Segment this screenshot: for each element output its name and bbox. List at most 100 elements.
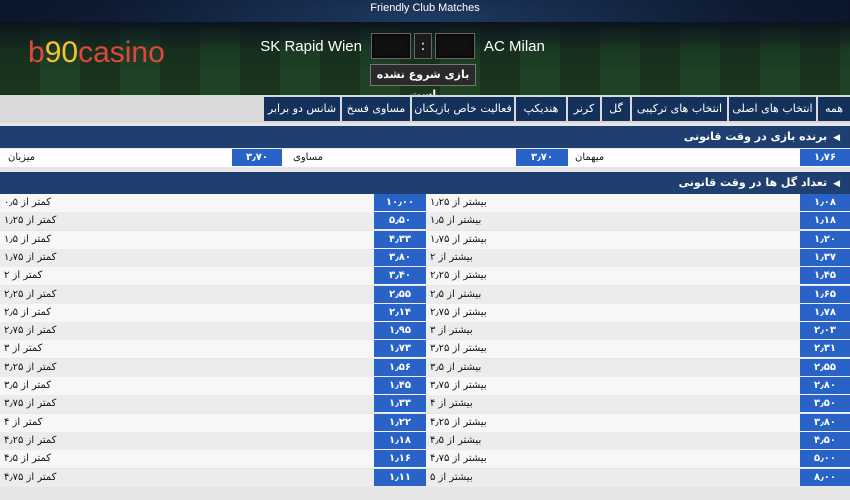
table-row: کمتر از ۳٫۵ ۱٫۴۵ بیشتر از ۳٫۷۵ ۲٫۸۰ (0, 377, 850, 395)
odds-button-under[interactable]: ۵٫۵۰ (374, 212, 426, 230)
outcome-label-home: میزبان (8, 152, 36, 163)
odds-button-over[interactable]: ۳٫۸۰ (800, 413, 850, 431)
odds-button-under[interactable]: ۱٫۷۳ (374, 340, 426, 358)
odds-button-over[interactable]: ۱٫۱۸ (800, 212, 850, 230)
table-row: کمتر از ۰٫۵ ۱۰٫۰۰ بیشتر از ۱٫۲۵ ۱٫۰۸ (0, 194, 850, 212)
tab-corners[interactable]: کرنر (568, 97, 600, 121)
tab-combined-selections[interactable]: انتخاب های ترکیبی (632, 97, 727, 121)
odds-button-under[interactable]: ۱٫۱۱ (374, 468, 426, 486)
under-label: کمتر از ۱٫۷۵ (4, 251, 57, 263)
match-winner-row: ۱٫۷۶ میهمان ۳٫۷۰ مساوی ۳٫۷۰ میزبان (0, 149, 850, 167)
odds-button-away[interactable]: ۱٫۷۶ (800, 149, 850, 166)
score-separator: : (414, 33, 432, 59)
table-row: کمتر از ۱٫۷۵ ۳٫۸۰ بیشتر از ۲ ۱٫۳۷ (0, 248, 850, 267)
odds-button-over[interactable]: ۱٫۲۰ (800, 230, 850, 248)
odds-button-over[interactable]: ۲٫۵۵ (800, 358, 850, 376)
odds-button-over[interactable]: ۴٫۵۰ (800, 431, 850, 449)
odds-button-over[interactable]: ۵٫۰۰ (800, 450, 850, 468)
over-label: بیشتر از ۴ (430, 398, 473, 410)
odds-button-under[interactable]: ۲٫۵۵ (374, 285, 426, 303)
odds-button-over[interactable]: ۲٫۳۱ (800, 340, 850, 358)
table-row: کمتر از ۴٫۵ ۱٫۱۶ بیشتر از ۴٫۷۵ ۵٫۰۰ (0, 450, 850, 469)
total-goals-header[interactable]: ◀ تعداد گل ها در وقت قانونی (0, 172, 850, 194)
under-label: کمتر از ۱٫۲۵ (4, 215, 57, 227)
tab-handicap[interactable]: هندیکپ (516, 97, 566, 121)
over-label: بیشتر از ۱٫۷۵ (430, 233, 487, 245)
under-label: کمتر از ۴٫۵ (4, 453, 52, 465)
home-team-name: SK Rapid Wien (260, 38, 362, 55)
tab-all[interactable]: همه (818, 97, 850, 121)
over-label: بیشتر از ۴٫۲۵ (430, 416, 487, 428)
total-goals-table: کمتر از ۰٫۵ ۱۰٫۰۰ بیشتر از ۱٫۲۵ ۱٫۰۸ کمتر از… (0, 194, 850, 500)
odds-button-over[interactable]: ۱٫۴۵ (800, 267, 850, 285)
over-label: بیشتر از ۲ (430, 251, 473, 263)
brand-logo[interactable]: b90casino (28, 36, 165, 70)
under-label: کمتر از ۲٫۷۵ (4, 325, 57, 337)
under-label: کمتر از ۳٫۲۵ (4, 361, 57, 373)
odds-button-under[interactable]: ۴٫۳۳ (374, 230, 426, 248)
odds-button-under[interactable]: ۱٫۱۸ (374, 431, 426, 449)
tab-player-specials[interactable]: فعالیت خاص بازیکنان (412, 97, 514, 121)
odds-button-over[interactable]: ۲٫۸۰ (800, 377, 850, 394)
tab-main-selections[interactable]: انتخاب های اصلی (729, 97, 816, 121)
tab-draw-no-bet[interactable]: مساوی فسخ (342, 97, 410, 121)
table-row: کمتر از ۲٫۲۵ ۲٫۵۵ بیشتر از ۲٫۵ ۱٫۶۵ (0, 285, 850, 304)
competition-title: Friendly Club Matches (370, 2, 480, 14)
odds-button-under[interactable]: ۱۰٫۰۰ (374, 194, 426, 211)
table-row: کمتر از ۳ ۱٫۷۳ بیشتر از ۳٫۲۵ ۲٫۳۱ (0, 340, 850, 359)
over-label: بیشتر از ۴٫۵ (430, 434, 482, 446)
odds-button-under[interactable]: ۱٫۹۵ (374, 322, 426, 340)
outcome-label-away: میهمان (575, 152, 605, 163)
odds-button-under[interactable]: ۱٫۲۲ (374, 413, 426, 431)
odds-button-draw[interactable]: ۳٫۷۰ (516, 149, 568, 166)
under-label: کمتر از ۱٫۵ (4, 233, 52, 245)
home-score-box (371, 33, 411, 59)
table-row: کمتر از ۳٫۷۵ ۱٫۳۳ بیشتر از ۴ ۳٫۵۰ (0, 395, 850, 414)
over-label: بیشتر از ۵ (430, 471, 473, 483)
odds-button-over[interactable]: ۱٫۳۷ (800, 248, 850, 266)
under-label: کمتر از ۳٫۵ (4, 380, 52, 391)
under-label: کمتر از ۰٫۵ (4, 197, 52, 208)
table-row: کمتر از ۱٫۲۵ ۵٫۵۰ بیشتر از ۱٫۵ ۱٫۱۸ (0, 212, 850, 231)
odds-button-under[interactable]: ۱٫۳۳ (374, 395, 426, 413)
under-label: کمتر از ۳ (4, 343, 43, 355)
odds-button-over[interactable]: ۱٫۰۸ (800, 194, 850, 211)
odds-button-under[interactable]: ۳٫۸۰ (374, 248, 426, 266)
odds-button-over[interactable]: ۸٫۰۰ (800, 468, 850, 486)
away-score-box (435, 33, 475, 59)
caret-left-icon: ◀ (833, 179, 840, 189)
tab-double-chance[interactable]: شانس دو برابر (264, 97, 340, 121)
caret-left-icon: ◀ (833, 133, 840, 143)
odds-button-over[interactable]: ۲٫۰۳ (800, 322, 850, 340)
over-label: بیشتر از ۱٫۵ (430, 215, 482, 227)
over-label: بیشتر از ۲٫۷۵ (430, 306, 487, 318)
odds-button-over[interactable]: ۳٫۵۰ (800, 395, 850, 413)
table-row: کمتر از ۲ ۳٫۴۰ بیشتر از ۲٫۲۵ ۱٫۴۵ (0, 267, 850, 286)
under-label: کمتر از ۳٫۷۵ (4, 398, 57, 410)
table-row: کمتر از ۴٫۷۵ ۱٫۱۱ بیشتر از ۵ ۸٫۰۰ (0, 468, 850, 487)
under-label: کمتر از ۴ (4, 416, 43, 428)
table-row: کمتر از ۴٫۲۵ ۱٫۱۸ بیشتر از ۴٫۵ ۴٫۵۰ (0, 431, 850, 450)
section-title: برنده بازی در وقت قانونی (683, 130, 828, 143)
match-winner-header[interactable]: ◀ برنده بازی در وقت قانونی (0, 126, 850, 148)
odds-button-home[interactable]: ۳٫۷۰ (232, 149, 282, 166)
market-tabs: همه انتخاب های اصلی انتخاب های ترکیبی گل… (0, 95, 850, 123)
odds-button-under[interactable]: ۳٫۴۰ (374, 267, 426, 285)
outcome-label-draw: مساوی (293, 152, 323, 163)
odds-button-under[interactable]: ۲٫۱۴ (374, 303, 426, 321)
under-label: کمتر از ۴٫۷۵ (4, 471, 57, 483)
odds-button-under[interactable]: ۱٫۵۶ (374, 358, 426, 376)
over-label: بیشتر از ۲٫۲۵ (430, 270, 487, 282)
over-label: بیشتر از ۳ (430, 325, 473, 337)
over-label: بیشتر از ۱٫۲۵ (430, 197, 487, 208)
tab-goals[interactable]: گل (602, 97, 630, 121)
table-row: کمتر از ۳٫۲۵ ۱٫۵۶ بیشتر از ۳٫۵ ۲٫۵۵ (0, 358, 850, 377)
odds-button-over[interactable]: ۱٫۷۸ (800, 303, 850, 321)
odds-button-under[interactable]: ۱٫۱۶ (374, 450, 426, 468)
table-row: کمتر از ۲٫۷۵ ۱٫۹۵ بیشتر از ۳ ۲٫۰۳ (0, 322, 850, 341)
odds-button-under[interactable]: ۱٫۴۵ (374, 377, 426, 394)
odds-button-over[interactable]: ۱٫۶۵ (800, 285, 850, 303)
over-label: بیشتر از ۴٫۷۵ (430, 453, 487, 465)
over-label: بیشتر از ۳٫۷۵ (430, 380, 487, 391)
over-label: بیشتر از ۳٫۲۵ (430, 343, 487, 355)
